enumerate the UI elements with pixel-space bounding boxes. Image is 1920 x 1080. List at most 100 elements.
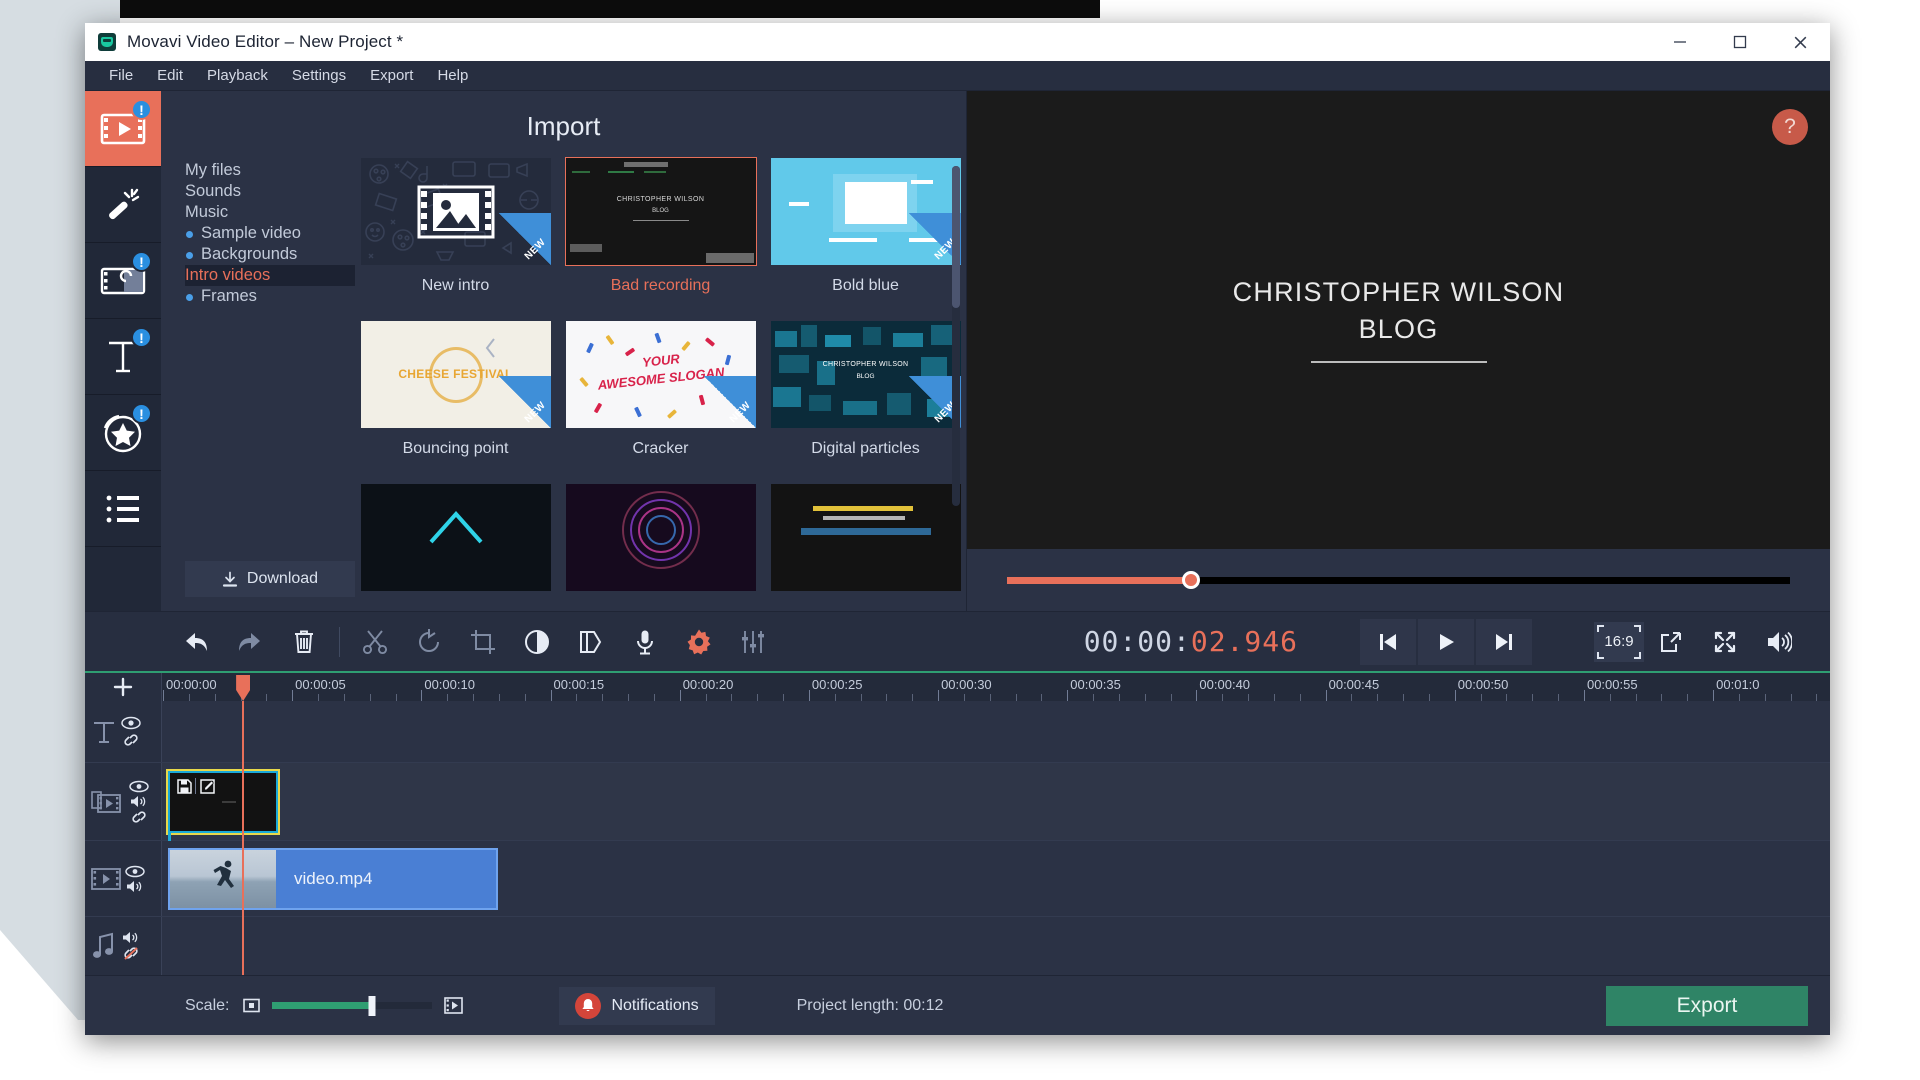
- ruler-tick: [421, 690, 423, 701]
- edit-icon[interactable]: [196, 776, 218, 796]
- maximize-button[interactable]: [1710, 23, 1770, 61]
- titles-track-lane[interactable]: [161, 701, 1830, 762]
- thumbnail-row3-1[interactable]: [353, 482, 558, 591]
- thumbnail-cracker[interactable]: YOUR AWESOME SLOGAN NEW Cracker: [558, 319, 763, 482]
- redo-button[interactable]: [223, 619, 277, 665]
- audio-track-lane[interactable]: [161, 917, 1830, 975]
- video-clip[interactable]: video.mp4: [168, 848, 498, 910]
- thumbnail-new-intro[interactable]: NEW New intro: [353, 156, 558, 319]
- category-frames[interactable]: Frames: [185, 286, 339, 307]
- thumbnail-image[interactable]: [770, 484, 961, 591]
- scale-slider-handle[interactable]: [368, 995, 376, 1016]
- play-button[interactable]: [1418, 618, 1474, 665]
- overlay-track-lane[interactable]: [161, 763, 1830, 863]
- sidebar-item-import[interactable]: !: [85, 91, 161, 167]
- undo-button[interactable]: [169, 619, 223, 665]
- menu-edit[interactable]: Edit: [145, 62, 195, 90]
- playhead[interactable]: [236, 675, 251, 975]
- crop-button[interactable]: [456, 619, 510, 665]
- menu-help[interactable]: Help: [425, 62, 480, 90]
- category-music[interactable]: Music: [185, 202, 339, 223]
- menu-settings[interactable]: Settings: [280, 62, 358, 90]
- thumbnail-bad-recording[interactable]: CHRISTOPHER WILSON BLOG Bad recording: [558, 156, 763, 319]
- preview-underline: [1310, 361, 1487, 363]
- menu-playback[interactable]: Playback: [195, 62, 280, 90]
- sidebar-item-stickers[interactable]: !: [85, 395, 161, 471]
- sidebar-item-titles[interactable]: !: [85, 319, 161, 395]
- add-track-button[interactable]: [85, 673, 161, 701]
- thumbnail-image[interactable]: NEW: [770, 158, 961, 265]
- fullscreen-button[interactable]: [1698, 619, 1752, 665]
- toolbar-right-group: 00:00:02.946 16:9: [1084, 618, 1830, 665]
- close-button[interactable]: [1770, 23, 1830, 61]
- sidebar-item-more[interactable]: [85, 471, 161, 547]
- split-button[interactable]: [348, 619, 402, 665]
- record-audio-button[interactable]: [618, 619, 672, 665]
- eye-icon[interactable]: [125, 865, 145, 878]
- color-adjust-button[interactable]: [510, 619, 564, 665]
- save-icon[interactable]: [173, 776, 195, 796]
- ruler-tick: [550, 690, 552, 701]
- eye-icon[interactable]: [121, 716, 141, 730]
- thumbnail-image[interactable]: [565, 484, 756, 591]
- minimize-button[interactable]: [1650, 23, 1710, 61]
- thumbnail-image[interactable]: CHEESE FESTIVAL NEW: [360, 321, 551, 428]
- volume-icon[interactable]: [125, 880, 145, 893]
- detach-preview-button[interactable]: [1644, 619, 1698, 665]
- thumbnail-digital-particles[interactable]: CHRISTOPHER WILSON BLOG NEW Digital part…: [763, 319, 966, 482]
- zoom-in-frame-icon[interactable]: [444, 996, 464, 1015]
- thumbnail-image[interactable]: CHRISTOPHER WILSON BLOG NEW: [770, 321, 961, 428]
- ruler-tick: [1222, 694, 1224, 701]
- sidebar-item-transitions[interactable]: !: [85, 243, 161, 319]
- collapse-panel-button[interactable]: [485, 337, 498, 365]
- zoom-out-frame-icon[interactable]: [243, 997, 261, 1014]
- thumbnail-row3-2[interactable]: [558, 482, 763, 591]
- scale-slider[interactable]: [272, 995, 433, 1016]
- stabilize-button[interactable]: [564, 619, 618, 665]
- category-backgrounds[interactable]: Backgrounds: [185, 244, 339, 265]
- thumbnail-bold-blue[interactable]: NEW Bold blue: [763, 156, 966, 319]
- delete-button[interactable]: [277, 619, 331, 665]
- help-button[interactable]: ?: [1772, 109, 1808, 145]
- link-icon[interactable]: [129, 810, 149, 824]
- export-button[interactable]: Export: [1606, 985, 1808, 1026]
- category-my-files[interactable]: My files: [185, 160, 339, 181]
- scrub-track[interactable]: [1007, 571, 1790, 589]
- scrub-handle[interactable]: [1182, 571, 1200, 589]
- link-icon[interactable]: [121, 732, 141, 748]
- video-track-lane[interactable]: video.mp4: [161, 841, 1830, 916]
- preview-screen[interactable]: ? CHRISTOPHER WILSON BLOG: [967, 91, 1830, 549]
- aspect-ratio-button[interactable]: 16:9: [1594, 621, 1644, 662]
- category-sounds[interactable]: Sounds: [185, 181, 339, 202]
- menu-export[interactable]: Export: [358, 62, 425, 90]
- clip-properties-button[interactable]: [672, 619, 726, 665]
- volume-icon[interactable]: [121, 931, 141, 944]
- thumbnail-scrollbar[interactable]: [952, 166, 960, 506]
- volume-icon[interactable]: [129, 795, 149, 808]
- sidebar-item-filters[interactable]: [85, 167, 161, 243]
- thumbnail-bouncing-point[interactable]: CHEESE FESTIVAL NEW Bouncing point: [353, 319, 558, 482]
- menu-file[interactable]: File: [97, 62, 145, 90]
- ruler-tick: [1738, 694, 1740, 701]
- category-intro-videos[interactable]: Intro videos: [185, 265, 355, 286]
- next-frame-button[interactable]: [1476, 618, 1532, 665]
- thumbnail-image[interactable]: [360, 484, 551, 591]
- link-broken-icon[interactable]: [121, 946, 141, 961]
- thumbnail-row3-3[interactable]: [763, 482, 966, 591]
- thumbnail-image[interactable]: YOUR AWESOME SLOGAN NEW: [565, 321, 756, 428]
- download-button[interactable]: Download: [185, 561, 355, 597]
- category-sample-video[interactable]: Sample video: [185, 223, 339, 244]
- eye-icon[interactable]: [129, 780, 149, 793]
- audio-mixer-button[interactable]: [726, 619, 780, 665]
- scrollbar-thumb[interactable]: [952, 166, 960, 308]
- badge-titles: !: [131, 327, 152, 348]
- overlay-clip[interactable]: [166, 769, 280, 835]
- project-length-label: Project length:: [796, 996, 899, 1014]
- timeline-ruler[interactable]: 00:00:00 00:00:05 00:00:10 00:00:15 00:00:20…: [161, 673, 1830, 701]
- thumbnail-image[interactable]: NEW: [360, 158, 551, 265]
- thumbnail-image[interactable]: CHRISTOPHER WILSON BLOG: [564, 157, 757, 266]
- volume-button[interactable]: [1752, 619, 1806, 665]
- rotate-button[interactable]: [402, 619, 456, 665]
- notifications-button[interactable]: Notifications: [559, 986, 715, 1025]
- previous-frame-button[interactable]: [1360, 618, 1416, 665]
